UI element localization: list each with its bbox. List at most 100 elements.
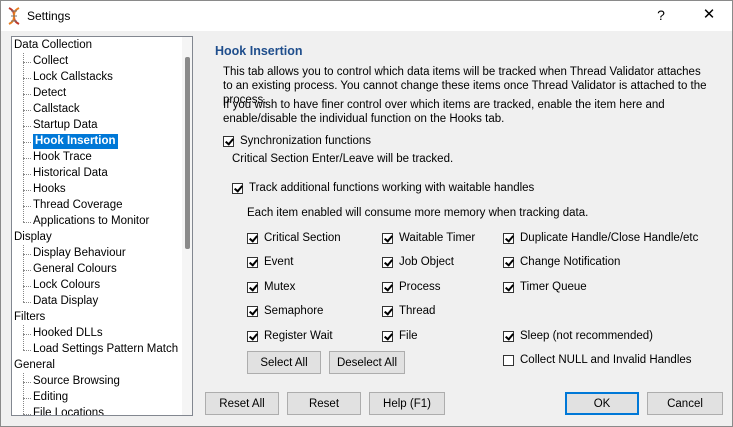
mutex-box[interactable] [247,281,258,293]
event-box[interactable] [247,256,258,268]
panel-hint: If you wish to have finer control over w… [223,99,665,125]
tree-connector [23,350,31,351]
timer-queue-box[interactable] [503,281,514,293]
tree-item[interactable]: Hooked DLLs [33,326,103,341]
tree-item[interactable]: Hooks [33,182,66,197]
tree-item[interactable]: Startup Data [33,118,98,133]
collect-null-box[interactable] [503,354,514,366]
file-label: File [399,330,418,342]
settings-tree[interactable]: Data Collection Collect Lock Callstacks Det… [11,36,193,416]
tree-connector [23,373,24,414]
tree-connector [23,53,24,222]
thread-box[interactable] [382,305,393,317]
mutex-label: Mutex [264,281,296,293]
mutex-checkbox[interactable]: Mutex [247,281,295,293]
critical-section-box[interactable] [247,232,258,244]
semaphore-checkbox[interactable]: Semaphore [247,305,323,317]
tree-connector [23,206,31,207]
duplicate-handle-box[interactable] [503,232,514,244]
reset-button[interactable]: Reset [287,392,361,415]
help-button[interactable]: Help (F1) [369,392,445,415]
tree-connector [23,142,31,143]
job-object-box[interactable] [382,256,393,268]
select-all-button[interactable]: Select All [247,351,321,374]
tree-connector [23,222,31,223]
waitable-timer-box[interactable] [382,232,393,244]
change-notification-checkbox[interactable]: Change Notification [503,256,620,268]
process-label: Process [399,281,441,293]
file-checkbox[interactable]: File [382,330,418,342]
tree-category[interactable]: General [14,358,55,373]
tree-item[interactable]: Hook Trace [33,150,92,165]
process-box[interactable] [382,281,393,293]
tree-connector [23,190,31,191]
sync-functions-checkbox[interactable]: Synchronization functions [223,135,371,147]
critical-section-label: Critical Section [264,232,341,244]
tree-category[interactable]: Filters [14,310,45,325]
tree-item[interactable]: Load Settings Pattern Match [33,342,178,357]
help-icon[interactable]: ? [649,5,673,25]
process-checkbox[interactable]: Process [382,281,441,293]
tree-connector [23,302,31,303]
deselect-all-button[interactable]: Deselect All [329,351,405,374]
tree-connector [23,110,31,111]
tree-item[interactable]: Historical Data [33,166,108,181]
file-box[interactable] [382,330,393,342]
tree-scrollbar[interactable] [182,37,192,415]
cancel-button[interactable]: Cancel [647,392,723,415]
job-object-label: Job Object [399,256,454,268]
waitable-note: Each item enabled will consume more memo… [247,207,589,219]
tree-item[interactable]: Applications to Monitor [33,214,149,229]
semaphore-box[interactable] [247,305,258,317]
thread-checkbox[interactable]: Thread [382,305,435,317]
sleep-checkbox[interactable]: Sleep (not recommended) [503,330,653,342]
tree-item[interactable]: File Locations [33,406,104,415]
duplicate-handle-checkbox[interactable]: Duplicate Handle/Close Handle/etc [503,232,698,244]
tree-category[interactable]: Display [14,230,52,245]
tree-item[interactable]: Callstack [33,102,80,117]
title-bar[interactable]: Settings ? ✕ [1,1,732,31]
tree-item[interactable]: Data Display [33,294,98,309]
tree-scrollbar-thumb[interactable] [185,57,190,249]
waitable-timer-label: Waitable Timer [399,232,476,244]
waitable-handles-checkbox[interactable]: Track additional functions working with … [232,182,534,194]
close-icon[interactable]: ✕ [697,5,721,25]
register-wait-box[interactable] [247,330,258,342]
tree-connector [23,62,31,63]
sleep-box[interactable] [503,330,514,342]
event-checkbox[interactable]: Event [247,256,293,268]
change-notification-box[interactable] [503,256,514,268]
job-object-checkbox[interactable]: Job Object [382,256,454,268]
sync-functions-box[interactable] [223,135,234,147]
change-notification-label: Change Notification [520,256,621,268]
event-label: Event [264,256,294,268]
tree-category[interactable]: Data Collection [14,38,92,53]
tree-item[interactable]: Editing [33,390,68,405]
tree-item[interactable]: Display Behaviour [33,246,126,261]
tree-connector [23,382,31,383]
tree-item[interactable]: Collect [33,54,68,69]
tree-connector [23,78,31,79]
waitable-timer-checkbox[interactable]: Waitable Timer [382,232,475,244]
tree-connector [23,286,31,287]
tree-connector [23,414,31,415]
sleep-label: Sleep (not recommended) [520,330,653,342]
tree-item[interactable]: Thread Coverage [33,198,123,213]
waitable-handles-box[interactable] [232,182,243,194]
reset-all-button[interactable]: Reset All [205,392,279,415]
tree-item[interactable]: Lock Callstacks [33,70,113,85]
tree-connector [23,334,31,335]
timer-queue-checkbox[interactable]: Timer Queue [503,281,587,293]
tree-item[interactable]: General Colours [33,262,117,277]
tree-item[interactable]: Detect [33,86,66,101]
collect-null-checkbox[interactable]: Collect NULL and Invalid Handles [503,354,692,366]
register-wait-checkbox[interactable]: Register Wait [247,330,333,342]
critical-section-checkbox[interactable]: Critical Section [247,232,341,244]
ok-button[interactable]: OK [565,392,639,415]
tree-connector [23,270,31,271]
settings-dialog: Settings ? ✕ Data Collection Collect Lock … [0,0,733,427]
tree-item[interactable]: Lock Colours [33,278,100,293]
collect-null-label: Collect NULL and Invalid Handles [520,354,692,366]
tree-item[interactable]: Source Browsing [33,374,120,389]
tree-item[interactable]: Hook Insertion [33,134,118,149]
